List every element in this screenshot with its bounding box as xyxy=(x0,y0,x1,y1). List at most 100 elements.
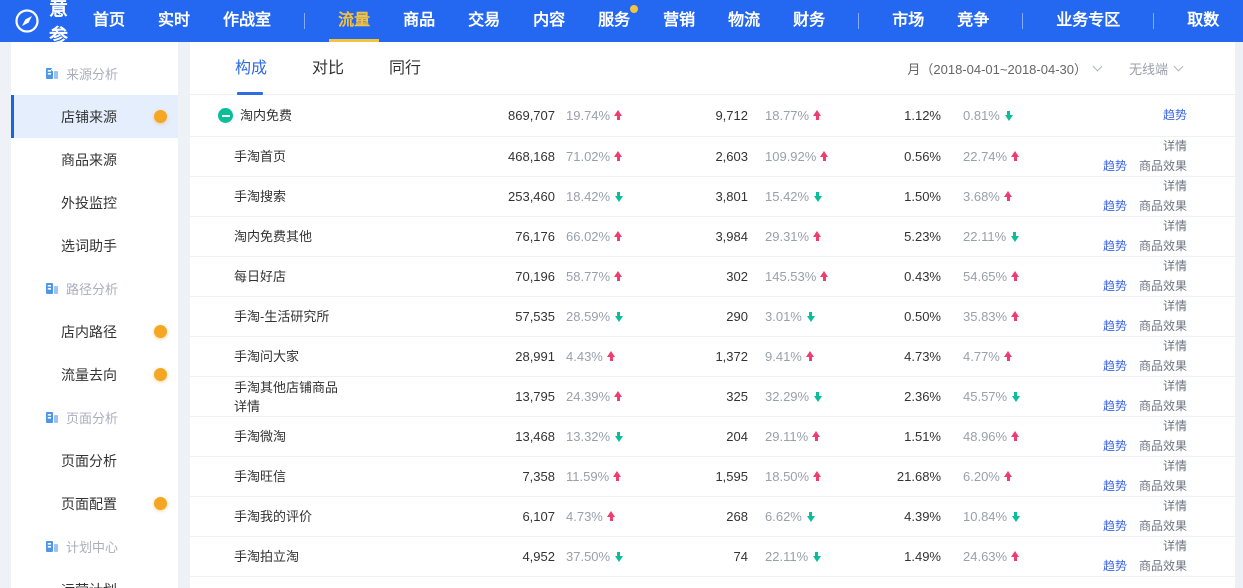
trend-link[interactable]: 趋势 xyxy=(1103,558,1127,575)
trend-link[interactable]: 趋势 xyxy=(1103,318,1127,335)
sycm-logo-icon xyxy=(14,8,40,34)
table-row: 淘内免费其他76,17666.02%3,98429.31%5.23%22.11%… xyxy=(190,217,1235,257)
change-cell: 13.32% xyxy=(555,429,652,444)
visitors-value: 4,952 xyxy=(473,549,555,564)
toolbar: 构成对比同行 月（2018-04-01~2018-04-30） 无线端 xyxy=(190,42,1235,95)
nav-item-5[interactable]: 商品 xyxy=(403,0,435,42)
product-effect-link[interactable]: 商品效果 xyxy=(1139,278,1187,295)
arrow-down-icon xyxy=(614,191,623,202)
scrollbar[interactable] xyxy=(1235,42,1243,588)
nav-item-8[interactable]: 服务 xyxy=(598,0,630,42)
nav-item-6[interactable]: 交易 xyxy=(468,0,500,42)
detail-link[interactable]: 详情 xyxy=(1163,338,1187,355)
trend-link[interactable]: 趋势 xyxy=(1103,478,1127,495)
sidebar-item-label: 流量去向 xyxy=(61,365,117,385)
product-effect-link[interactable]: 商品效果 xyxy=(1139,158,1187,175)
detail-link[interactable]: 详情 xyxy=(1163,458,1187,475)
source-name-cell: 手淘微淘 xyxy=(190,427,473,446)
product-effect-link[interactable]: 商品效果 xyxy=(1139,318,1187,335)
detail-link[interactable]: 详情 xyxy=(1163,498,1187,515)
nav-item-7[interactable]: 内容 xyxy=(533,0,565,42)
nav-item-2[interactable]: 作战室 xyxy=(223,0,271,42)
trend-link[interactable]: 趋势 xyxy=(1103,158,1127,175)
arrow-up-icon xyxy=(607,351,616,362)
product-effect-link[interactable]: 商品效果 xyxy=(1139,478,1187,495)
arrow-down-icon xyxy=(614,551,623,562)
product-effect-link[interactable]: 商品效果 xyxy=(1139,518,1187,535)
change-cell: 0.81% xyxy=(941,108,1038,123)
trend-link[interactable]: 趋势 xyxy=(1103,198,1127,215)
sidebar-item[interactable]: 页面配置 xyxy=(11,482,178,525)
conversion-value: 4.73% xyxy=(845,349,941,364)
table-row: 手淘搜索253,46018.42%3,80115.42%1.50%3.68%详情… xyxy=(190,177,1235,217)
sidebar-item[interactable]: 运营计划 xyxy=(11,568,178,588)
nav-item-16[interactable]: 业务专区 xyxy=(1056,0,1120,42)
nav-item-13[interactable]: 市场 xyxy=(892,0,924,42)
product-effect-link[interactable]: 商品效果 xyxy=(1139,558,1187,575)
nav-item-18[interactable]: 取数 xyxy=(1187,0,1219,42)
detail-link[interactable]: 详情 xyxy=(1163,178,1187,195)
nav-item-0[interactable]: 首页 xyxy=(93,0,125,42)
trend-link[interactable]: 趋势 xyxy=(1103,518,1127,535)
change-value: 35.83% xyxy=(963,309,1007,324)
trend-link[interactable]: 趋势 xyxy=(1103,238,1127,255)
sidebar-item[interactable]: 页面分析 xyxy=(11,439,178,482)
change-value: 18.50% xyxy=(765,469,809,484)
arrow-up-icon xyxy=(1011,431,1020,442)
detail-link[interactable]: 详情 xyxy=(1163,538,1187,555)
table-row: 每日好店70,19658.77%302145.53%0.43%54.65%详情趋… xyxy=(190,257,1235,297)
sidebar-item[interactable]: 店内路径 xyxy=(11,310,178,353)
trend-link[interactable]: 趋势 xyxy=(1163,107,1187,124)
detail-link[interactable]: 详情 xyxy=(1163,258,1187,275)
arrow-up-icon xyxy=(813,110,822,121)
change-value: 4.73% xyxy=(566,509,603,524)
nav-item-9[interactable]: 营销 xyxy=(663,0,695,42)
main-nav: 首页实时作战室流量商品交易内容服务营销物流财务市场竞争业务专区取数学院 xyxy=(93,0,1243,42)
nav-item-10[interactable]: 物流 xyxy=(728,0,760,42)
sidebar-item[interactable]: 选词助手 xyxy=(11,224,178,267)
channel-picker[interactable]: 无线端 xyxy=(1129,59,1182,78)
row-actions: 详情趋势商品效果 xyxy=(1038,378,1235,415)
nav-item-4[interactable]: 流量 xyxy=(338,0,370,42)
change-cell: 58.77% xyxy=(555,269,652,284)
sidebar: 来源分析店铺来源商品来源外投监控选词助手路径分析店内路径流量去向页面分析页面分析… xyxy=(11,42,178,588)
collapse-toggle-icon[interactable] xyxy=(218,108,233,123)
sidebar-section-label: 页面分析 xyxy=(66,408,118,427)
trend-link[interactable]: 趋势 xyxy=(1103,278,1127,295)
product-effect-link[interactable]: 商品效果 xyxy=(1139,358,1187,375)
conversion-value: 0.43% xyxy=(845,269,941,284)
trend-link[interactable]: 趋势 xyxy=(1103,438,1127,455)
nav-item-11[interactable]: 财务 xyxy=(793,0,825,42)
sidebar-item[interactable]: 外投监控 xyxy=(11,181,178,224)
trend-link[interactable]: 趋势 xyxy=(1103,398,1127,415)
visitors-value: 57,535 xyxy=(473,309,555,324)
nav-item-1[interactable]: 实时 xyxy=(158,0,190,42)
change-cell: 145.53% xyxy=(748,269,845,284)
product-effect-link[interactable]: 商品效果 xyxy=(1139,198,1187,215)
table-row: 手淘问大家28,9914.43%1,3729.41%4.73%4.77%详情趋势… xyxy=(190,337,1235,377)
nav-item-14[interactable]: 竞争 xyxy=(957,0,989,42)
source-name: 手淘其他店铺商品详情 xyxy=(234,378,338,416)
buyers-value: 3,801 xyxy=(652,189,748,204)
product-effect-link[interactable]: 商品效果 xyxy=(1139,438,1187,455)
detail-link[interactable]: 详情 xyxy=(1163,378,1187,395)
sidebar-item[interactable]: 流量去向 xyxy=(11,353,178,396)
tab-peers[interactable]: 同行 xyxy=(389,42,421,95)
change-cell: 45.57% xyxy=(941,389,1038,404)
tab-composition[interactable]: 构成 xyxy=(235,42,267,95)
sidebar-item[interactable]: 店铺来源 xyxy=(11,95,178,138)
detail-link[interactable]: 详情 xyxy=(1163,418,1187,435)
tab-compare[interactable]: 对比 xyxy=(312,42,344,95)
trend-link[interactable]: 趋势 xyxy=(1103,358,1127,375)
row-actions: 详情趋势商品效果 xyxy=(1038,338,1235,375)
date-range-picker[interactable]: 月（2018-04-01~2018-04-30） xyxy=(907,59,1101,78)
product-effect-link[interactable]: 商品效果 xyxy=(1139,238,1187,255)
product-effect-link[interactable]: 商品效果 xyxy=(1139,398,1187,415)
detail-link[interactable]: 详情 xyxy=(1163,298,1187,315)
detail-link[interactable]: 详情 xyxy=(1163,218,1187,235)
detail-link[interactable]: 详情 xyxy=(1163,138,1187,155)
sidebar-item[interactable]: 商品来源 xyxy=(11,138,178,181)
row-actions: 详情趋势商品效果 xyxy=(1038,218,1235,255)
row-actions-line2: 趋势商品效果 xyxy=(1103,198,1187,215)
row-actions-line2: 趋势商品效果 xyxy=(1103,518,1187,535)
